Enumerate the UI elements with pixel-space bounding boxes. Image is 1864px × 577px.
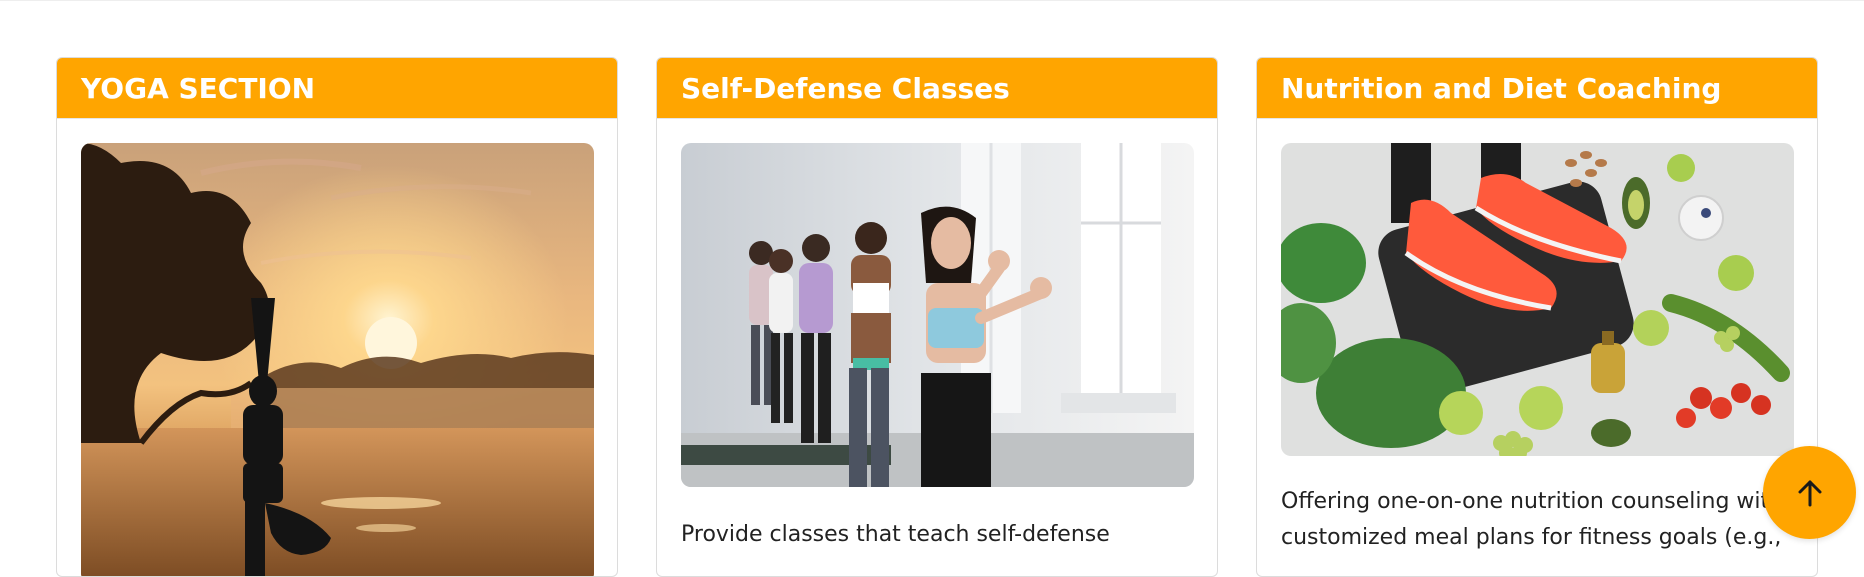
card-title: YOGA SECTION [57, 58, 617, 119]
back-to-top-button[interactable] [1763, 446, 1856, 539]
yoga-image [81, 143, 594, 576]
card-body [57, 119, 617, 576]
card-title: Nutrition and Diet Coaching [1257, 58, 1817, 119]
card-description: Offering one-on-one nutrition counseling… [1281, 489, 1784, 550]
top-divider [0, 0, 1864, 1]
card-description: Provide classes that teach self-defense [681, 522, 1110, 547]
card-nutrition: Nutrition and Diet Coaching Offering one… [1256, 57, 1818, 577]
card-self-defense: Self-Defense Classes Provide classes tha… [656, 57, 1218, 577]
card-title: Self-Defense Classes [657, 58, 1217, 119]
card-yoga: YOGA SECTION [56, 57, 618, 577]
card-body: Provide classes that teach self-defense [657, 119, 1217, 553]
card-body: Offering one-on-one nutrition counseling… [1257, 119, 1817, 556]
arrow-up-icon [1797, 479, 1823, 507]
self-defense-image [681, 143, 1194, 487]
nutrition-image [1281, 143, 1794, 456]
